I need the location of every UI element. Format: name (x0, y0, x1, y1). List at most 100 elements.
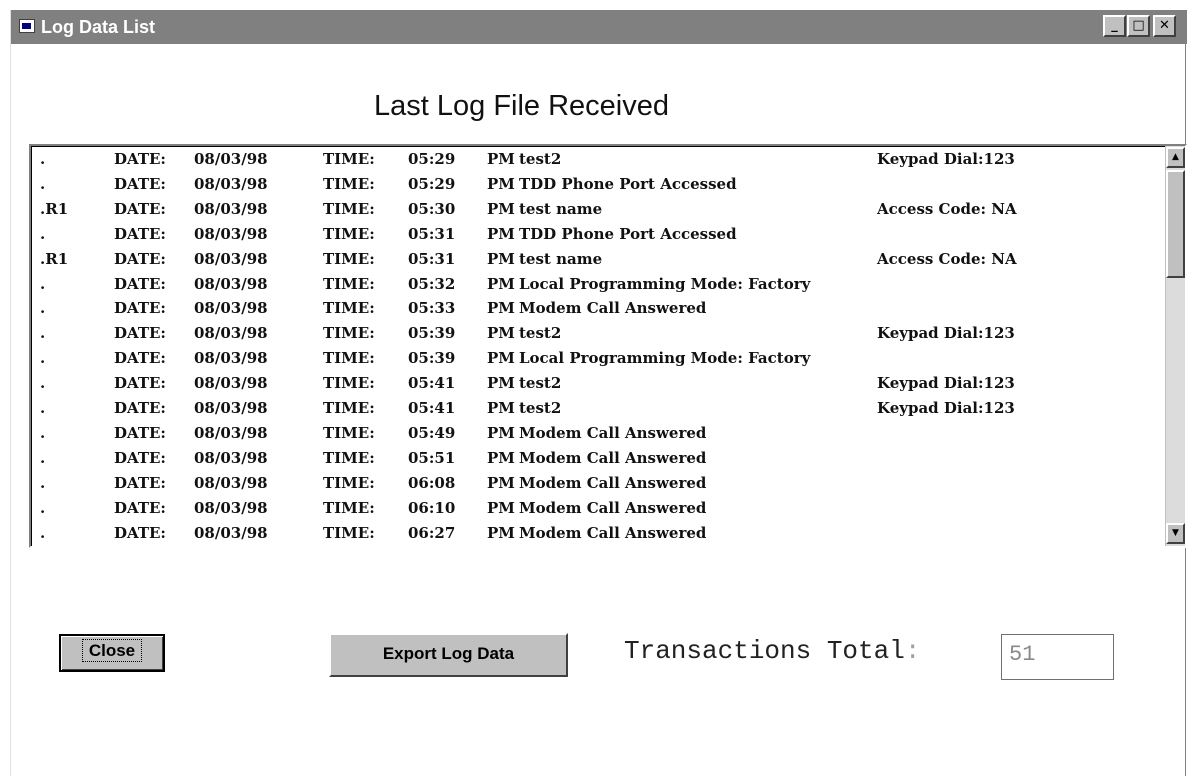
row-date-label: DATE: (114, 448, 166, 467)
title-bar[interactable]: Log Data List _ □ ✕ (11, 10, 1187, 44)
log-row[interactable]: . DATE: 08/03/98 TIME: 05:51 PM Modem Call Ans… (32, 446, 1165, 471)
log-row[interactable]: . DATE: 08/03/98 TIME: 05:33 PM Modem Call Ans… (32, 296, 1165, 321)
scroll-thumb[interactable] (1166, 170, 1185, 278)
row-date: 08/03/98 (194, 274, 268, 293)
row-date-label: DATE: (114, 399, 166, 417)
row-prefix: . (40, 399, 46, 417)
transactions-total-text: Transactions Total (624, 636, 905, 666)
row-date: 08/03/98 (194, 224, 268, 243)
row-description: test2 (519, 374, 562, 393)
log-row[interactable]: . DATE: 08/03/98 TIME: 05:31 PM TDD Phone Port… (32, 222, 1165, 247)
log-row[interactable]: . DATE: 08/03/98 TIME: 05:41 PM test2 Keypad Di… (32, 371, 1165, 396)
row-time: 05:31 (408, 249, 456, 268)
row-prefix: . (40, 498, 46, 517)
row-time-label: TIME: (323, 224, 375, 243)
row-description: Modem Call Answered (519, 448, 707, 467)
row-date-label: DATE: (114, 224, 166, 243)
page-heading: Last Log File Received (374, 90, 669, 122)
log-row[interactable]: . DATE: 08/03/98 TIME: 05:41 PM test2 Keypad Di… (32, 396, 1165, 421)
row-date-label: DATE: (114, 374, 166, 393)
row-description: Local Programming Mode: Factory (519, 274, 811, 293)
log-row[interactable]: . DATE: 08/03/98 TIME: 06:08 PM Modem Call Ans… (32, 471, 1165, 496)
row-date-label: DATE: (114, 174, 166, 193)
row-time-label: TIME: (323, 324, 375, 343)
row-extra: Keypad Dial:123 (877, 399, 1015, 417)
row-description: TDD Phone Port Accessed (519, 224, 737, 243)
row-prefix: . (40, 448, 46, 467)
scroll-down-button[interactable]: ▼ (1166, 523, 1185, 544)
row-date-label: DATE: (114, 473, 166, 492)
row-time: 05:29 (408, 174, 456, 193)
transactions-total-field[interactable]: 51 (1001, 634, 1114, 680)
row-ampm: PM (487, 349, 515, 368)
maximize-button[interactable]: □ (1127, 15, 1150, 37)
row-time: 05:39 (408, 349, 456, 368)
log-row[interactable]: . DATE: 08/03/98 TIME: 05:32 PM Local Programm… (32, 272, 1165, 297)
log-row[interactable]: . DATE: 08/03/98 TIME: 05:39 PM Local Programm… (32, 346, 1165, 371)
app-icon (19, 19, 35, 33)
row-time-label: TIME: (323, 249, 375, 268)
row-time: 06:08 (408, 473, 456, 492)
log-row[interactable]: . DATE: 08/03/98 TIME: 05:39 PM test2 Keypad Di… (32, 321, 1165, 346)
row-ampm: PM (487, 274, 515, 293)
minimize-button[interactable]: _ (1103, 15, 1126, 37)
transactions-total-label: Transactions Total: (624, 636, 920, 666)
row-extra: Keypad Dial:123 (877, 324, 1015, 343)
row-time: 06:27 (408, 523, 456, 542)
vertical-scrollbar[interactable]: ▲ ▼ (1165, 146, 1185, 546)
close-button[interactable]: Close (59, 634, 165, 672)
row-time-label: TIME: (323, 150, 375, 168)
row-time: 05:32 (408, 274, 456, 293)
log-row[interactable]: . DATE: 08/03/98 TIME: 05:49 PM Modem Call Ans… (32, 421, 1165, 446)
row-description: Modem Call Answered (519, 498, 707, 517)
row-ampm: PM (487, 448, 515, 467)
row-time: 05:30 (408, 199, 456, 218)
row-prefix: . (40, 473, 46, 492)
row-date: 08/03/98 (194, 498, 268, 517)
log-rows[interactable]: . DATE: 08/03/98 TIME: 05:29 PM test2 Keypad Di… (31, 146, 1165, 546)
row-date: 08/03/98 (194, 150, 268, 168)
log-row[interactable]: .R1 DATE: 08/03/98 TIME: 05:31 PM test name Acc… (32, 247, 1165, 272)
row-ampm: PM (487, 399, 515, 417)
window-title: Log Data List (41, 17, 156, 37)
row-date-label: DATE: (114, 199, 166, 218)
row-ampm: PM (487, 299, 515, 318)
row-ampm: PM (487, 324, 515, 343)
row-description: test2 (519, 324, 562, 343)
row-description: Local Programming Mode: Factory (519, 349, 811, 368)
row-time-label: TIME: (323, 199, 375, 218)
row-date: 08/03/98 (194, 523, 268, 542)
row-date: 08/03/98 (194, 299, 268, 318)
row-date-label: DATE: (114, 349, 166, 368)
row-time: 05:39 (408, 324, 456, 343)
log-row[interactable]: . DATE: 08/03/98 TIME: 06:10 PM Modem Call Ans… (32, 496, 1165, 521)
row-ampm: PM (487, 199, 515, 218)
log-row[interactable]: . DATE: 08/03/98 TIME: 05:29 PM TDD Phone Port… (32, 172, 1165, 197)
log-row[interactable]: . DATE: 08/03/98 TIME: 06:27 PM Modem Call Ans… (32, 521, 1165, 546)
log-row[interactable]: . DATE: 08/03/98 TIME: 05:29 PM test2 Keypad Di… (32, 147, 1165, 172)
row-date: 08/03/98 (194, 399, 268, 417)
row-date: 08/03/98 (194, 174, 268, 193)
row-description: test name (519, 199, 603, 218)
row-time: 05:31 (408, 224, 456, 243)
row-date: 08/03/98 (194, 199, 268, 218)
row-prefix: . (40, 274, 46, 293)
log-row[interactable]: .R1 DATE: 08/03/98 TIME: 05:30 PM test name Acc… (32, 197, 1165, 222)
export-log-data-button[interactable]: Export Log Data (329, 633, 568, 677)
row-extra: Keypad Dial:123 (877, 374, 1015, 393)
scroll-up-button[interactable]: ▲ (1166, 147, 1185, 168)
row-prefix: . (40, 299, 46, 318)
row-date-label: DATE: (114, 249, 166, 268)
row-ampm: PM (487, 150, 515, 168)
row-time-label: TIME: (323, 423, 375, 442)
row-extra: Access Code: NA (877, 199, 1017, 218)
log-listbox[interactable]: . DATE: 08/03/98 TIME: 05:29 PM test2 Keypad Di… (29, 144, 1187, 548)
row-date: 08/03/98 (194, 374, 268, 393)
row-time: 05:41 (408, 374, 456, 393)
row-time: 05:51 (408, 448, 456, 467)
close-window-button[interactable]: ✕ (1153, 15, 1176, 37)
row-date-label: DATE: (114, 423, 166, 442)
row-date: 08/03/98 (194, 448, 268, 467)
row-prefix: . (40, 523, 46, 542)
row-date-label: DATE: (114, 324, 166, 343)
